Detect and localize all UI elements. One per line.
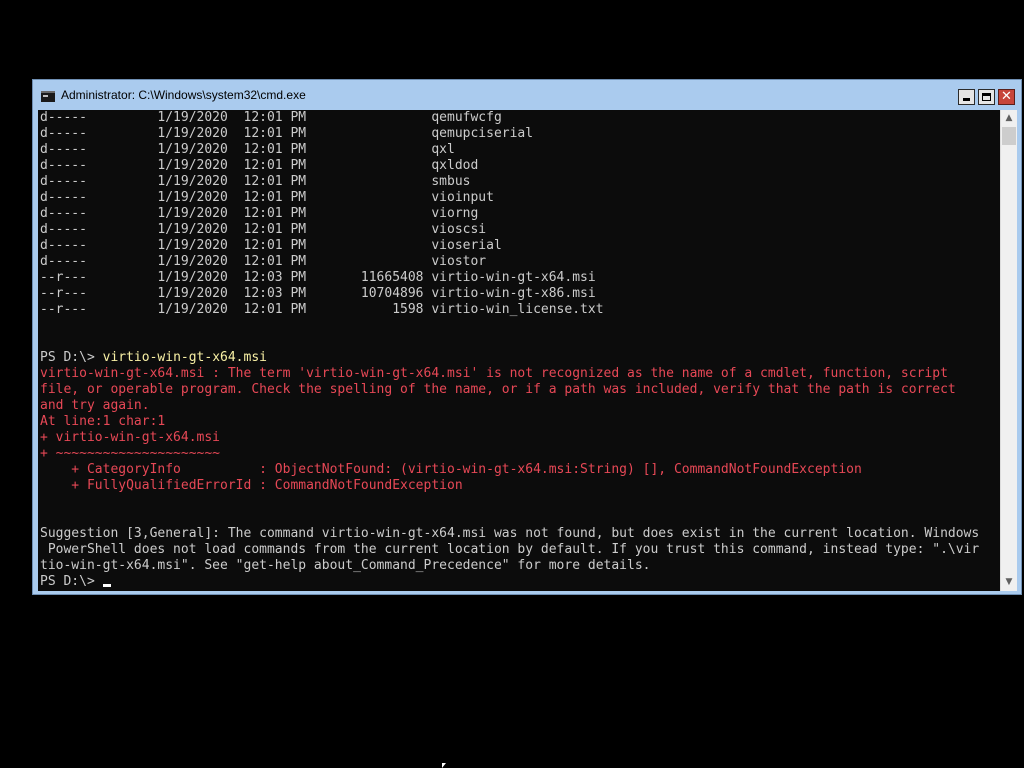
- window-title: Administrator: C:\Windows\system32\cmd.e…: [61, 88, 306, 102]
- error-line: At line:1 char:1: [40, 414, 166, 429]
- maximize-button[interactable]: [978, 89, 995, 105]
- suggestion-line: Suggestion [3,General]: The command virt…: [40, 526, 980, 541]
- scroll-up-button[interactable]: ▲: [1001, 110, 1017, 127]
- error-line: and try again.: [40, 398, 150, 413]
- command-line: PS D:\> virtio-win-gt-x64.msi: [40, 350, 979, 366]
- listing-row: d----- 1/19/2020 12:01 PM vioscsi: [40, 222, 487, 237]
- listing-row: d----- 1/19/2020 12:01 PM qemufwcfg: [40, 110, 502, 125]
- console-output[interactable]: d----- 1/19/2020 12:01 PM qemufwcfg d----…: [38, 110, 1000, 591]
- chevron-up-icon: ▲: [1005, 113, 1013, 123]
- listing-row: d----- 1/19/2020 12:01 PM qxldod: [40, 158, 479, 173]
- error-line: + FullyQualifiedErrorId : CommandNotFoun…: [40, 478, 463, 493]
- listing-row: d----- 1/19/2020 12:01 PM smbus: [40, 174, 471, 189]
- listing-row: d----- 1/19/2020 12:01 PM qemupciserial: [40, 126, 534, 141]
- console-lines: d----- 1/19/2020 12:01 PM qemufwcfg d----…: [40, 110, 979, 590]
- listing-row: --r--- 1/19/2020 12:03 PM 10704896 virti…: [40, 286, 596, 301]
- title-bar[interactable]: Administrator: C:\Windows\system32\cmd.e…: [33, 80, 1021, 110]
- error-line: file, or operable program. Check the spe…: [40, 382, 956, 397]
- maximize-icon: [982, 93, 991, 101]
- minimize-button[interactable]: [958, 89, 975, 105]
- mouse-pointer-icon: [442, 763, 446, 768]
- scroll-down-button[interactable]: ▼: [1001, 574, 1017, 591]
- error-line: + ~~~~~~~~~~~~~~~~~~~~~: [40, 446, 221, 461]
- prompt: PS D:\>: [40, 350, 103, 365]
- listing-row: d----- 1/19/2020 12:01 PM vioserial: [40, 238, 502, 253]
- error-line: + virtio-win-gt-x64.msi: [40, 430, 221, 445]
- listing-row: --r--- 1/19/2020 12:03 PM 11665408 virti…: [40, 270, 596, 285]
- text-cursor: [102, 584, 111, 587]
- console-icon: [41, 91, 55, 102]
- listing-row: d----- 1/19/2020 12:01 PM qxl: [40, 142, 455, 157]
- chevron-down-icon: ▼: [1005, 577, 1013, 587]
- listing-row: d----- 1/19/2020 12:01 PM viostor: [40, 254, 487, 269]
- error-line: virtio-win-gt-x64.msi : The term 'virtio…: [40, 366, 948, 381]
- typed-command: virtio-win-gt-x64.msi: [102, 350, 267, 365]
- current-prompt-line[interactable]: PS D:\>: [40, 574, 979, 590]
- listing-row: d----- 1/19/2020 12:01 PM vioinput: [40, 190, 494, 205]
- minimize-icon: [963, 98, 970, 101]
- error-line: + CategoryInfo : ObjectNotFound: (virtio…: [40, 462, 862, 477]
- prompt: PS D:\>: [40, 574, 103, 589]
- close-button[interactable]: ✕: [998, 89, 1015, 105]
- scrollbar-thumb[interactable]: [1002, 127, 1016, 145]
- listing-row: --r--- 1/19/2020 12:01 PM 1598 virtio-wi…: [40, 302, 604, 317]
- vertical-scrollbar[interactable]: ▲ ▼: [1000, 110, 1017, 591]
- listing-row: d----- 1/19/2020 12:01 PM viorng: [40, 206, 479, 221]
- close-icon: ✕: [1001, 89, 1012, 104]
- suggestion-line: PowerShell does not load commands from t…: [40, 542, 980, 557]
- suggestion-line: tio-win-gt-x64.msi". See "get-help about…: [40, 558, 651, 573]
- cmd-window: Administrator: C:\Windows\system32\cmd.e…: [32, 79, 1022, 595]
